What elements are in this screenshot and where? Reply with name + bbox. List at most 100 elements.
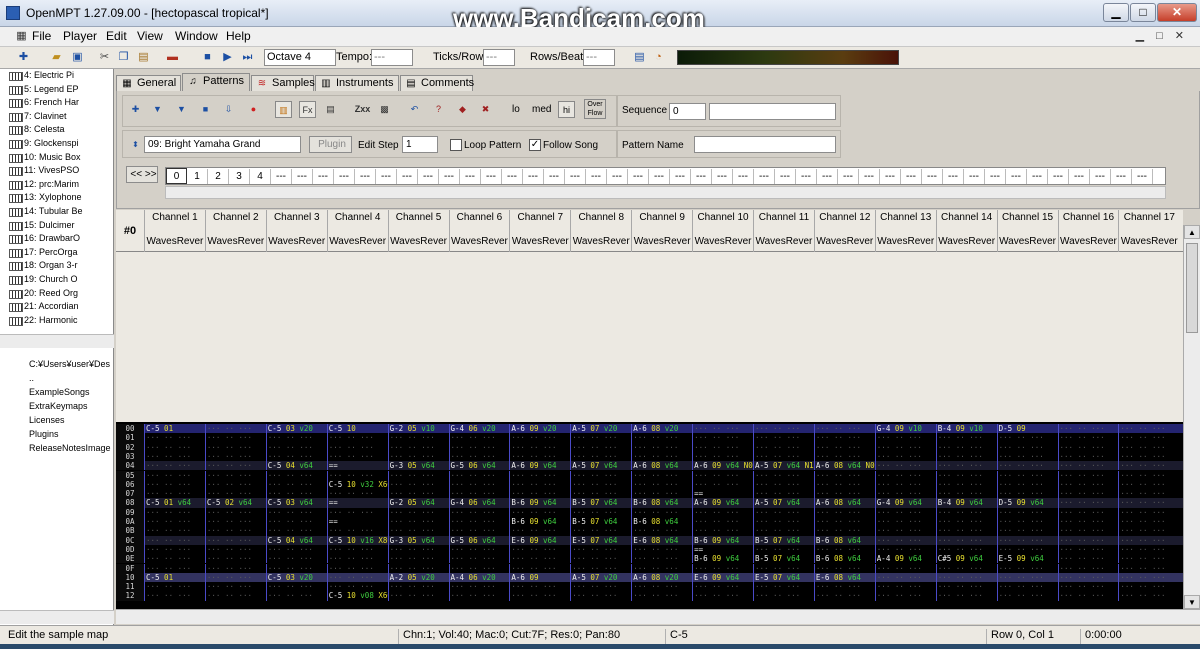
pattern-cell[interactable]: ··· ·· ··· <box>448 582 510 592</box>
pattern-cell[interactable]: ··· ·· ··· <box>570 479 631 490</box>
order-cell[interactable]: --- <box>481 169 502 184</box>
pattern-cell[interactable]: G-5 06 v64 <box>448 461 510 471</box>
folder-item[interactable]: Plugins <box>0 427 114 441</box>
order-cell[interactable]: --- <box>1132 169 1153 184</box>
pattern-cell[interactable]: ··· ·· ··· <box>935 461 997 471</box>
pattern-cell[interactable]: G-3 05 v64 <box>387 461 449 471</box>
pattern-cell[interactable]: ··· ·· ··· <box>874 507 936 517</box>
pattern-cell[interactable]: B-4 09 v10 <box>935 424 997 434</box>
ticks-field[interactable]: --- <box>483 49 515 66</box>
channel-header-cell[interactable]: Channel 7 WavesRever <box>509 210 570 252</box>
pattern-cell[interactable]: ··· ·· ··· <box>813 470 875 480</box>
pattern-cell[interactable]: ··· ·· ··· <box>1118 470 1179 480</box>
expand-icon[interactable]: ◆ <box>454 101 471 118</box>
pattern-cell[interactable]: ··· ·· ··· <box>204 526 266 536</box>
pattern-cell[interactable]: ··· ·· ··· <box>935 442 997 452</box>
pattern-cell[interactable]: ··· ·· ··· <box>935 526 997 536</box>
order-cell[interactable]: --- <box>796 169 817 184</box>
pattern-cell[interactable]: A-5 07 v20 <box>570 424 631 434</box>
pattern-cell[interactable]: ··· ·· ··· <box>326 544 388 555</box>
pattern-cell[interactable]: ··· ·· ··· <box>570 451 631 462</box>
channel-header-cell[interactable]: Channel 16 WavesRever <box>1057 210 1119 252</box>
pattern-cell[interactable]: ··· ·· ··· <box>753 526 814 536</box>
channel-header-cell[interactable]: Channel 13 WavesRever <box>874 210 936 252</box>
pattern-cell[interactable]: ··· ·· ··· <box>631 563 692 573</box>
pattern-cell[interactable]: ··· ·· ··· <box>509 489 570 499</box>
octave-select[interactable]: Octave 4 <box>264 49 336 66</box>
pattern-cell[interactable]: ··· ·· ··· <box>570 433 631 443</box>
pattern-cell[interactable]: ··· ·· ··· <box>1057 461 1119 471</box>
pattern-cell[interactable]: ··· ·· ··· <box>1057 554 1119 564</box>
pattern-cell[interactable]: ··· ·· ··· <box>631 544 692 555</box>
pattern-cell[interactable]: ··· ·· ··· <box>326 433 388 443</box>
pattern-cell[interactable]: ··· ·· ··· <box>204 442 266 452</box>
pattern-cell[interactable]: ··· ·· ··· <box>813 451 875 462</box>
pattern-cell[interactable]: B-6 08 v64 <box>813 554 875 564</box>
instrument-select[interactable]: 09: Bright Yamaha Grand <box>144 136 301 153</box>
pattern-cell[interactable]: E-5 09 v64 <box>996 554 1058 564</box>
pattern-cell[interactable]: ··· ·· ··· <box>387 554 449 564</box>
pattern-cell[interactable]: ··· ·· ··· <box>570 507 631 517</box>
order-cell[interactable]: --- <box>502 169 523 184</box>
pattern-cell[interactable]: A-6 09 <box>509 572 570 583</box>
pattern-cell[interactable]: ··· ·· ··· <box>144 563 205 573</box>
new-file-icon[interactable]: ✚ <box>16 50 31 65</box>
pattern-cell[interactable]: ··· ·· ··· <box>1118 526 1179 536</box>
help-icon[interactable]: ? <box>430 101 447 118</box>
menu-player[interactable]: Player <box>63 29 97 43</box>
order-cell[interactable]: --- <box>397 169 418 184</box>
pattern-cell[interactable]: B-4 09 v64 <box>935 498 997 508</box>
folder-item[interactable]: ExampleSongs <box>0 385 114 399</box>
midi-record-icon[interactable]: ▬ <box>165 50 180 65</box>
pattern-cell[interactable]: G-2 05 v64 <box>387 498 449 508</box>
pattern-cell[interactable]: ··· ·· ··· <box>1118 544 1179 555</box>
pattern-row[interactable]: 0B ··· ·· ··· ··· ·· ··· ··· ·· ··· ··· ·· ·… <box>116 526 1183 536</box>
pattern-cell[interactable]: ··· ·· ··· <box>874 526 936 536</box>
folder-item[interactable]: Licenses <box>0 413 114 427</box>
pattern-cell[interactable]: ··· ·· ··· <box>570 554 631 564</box>
pattern-cell[interactable]: ··· ·· ··· <box>387 451 449 462</box>
pattern-cell[interactable]: ··· ·· ··· <box>874 461 936 471</box>
pattern-cell[interactable]: ··· ·· ··· <box>144 451 205 462</box>
pattern-cell[interactable]: A-6 08 v20 <box>631 424 692 434</box>
channel-header-cell[interactable]: Channel 1 WavesRever <box>144 210 205 252</box>
pattern-cell[interactable]: ··· ·· ··· <box>935 479 997 490</box>
pattern-cell[interactable]: A-6 08 v20 <box>631 572 692 583</box>
minimize-button[interactable]: ▁ <box>1103 3 1129 22</box>
order-cell[interactable]: 4 <box>250 169 271 184</box>
pattern-cell[interactable]: ··· ·· ··· <box>1118 479 1179 490</box>
instrument-item[interactable]: 5: Legend EP <box>0 83 114 97</box>
pattern-cell[interactable]: ··· ·· ··· <box>874 433 936 443</box>
pattern-cell[interactable]: ··· ·· ··· <box>753 470 814 480</box>
macro-icon[interactable]: ▩ <box>376 101 393 118</box>
pattern-cell[interactable]: ··· ·· ··· <box>570 526 631 536</box>
pattern-cell[interactable]: ··· ·· ··· <box>448 470 510 480</box>
order-cell[interactable]: --- <box>733 169 754 184</box>
pattern-vertical-scrollbar[interactable]: ▲ ▼ <box>1183 225 1200 609</box>
pattern-cell[interactable]: ··· ·· ··· <box>813 489 875 499</box>
pattern-cell[interactable]: ··· ·· ··· <box>387 479 449 490</box>
pattern-cell[interactable]: B-6 08 v64 <box>813 535 875 545</box>
order-cell[interactable]: 1 <box>187 169 208 184</box>
loop-pattern-checkbox[interactable] <box>450 139 462 151</box>
order-cell[interactable]: --- <box>544 169 565 184</box>
cut-icon[interactable]: ✂ <box>97 50 112 65</box>
pattern-cell[interactable]: ··· ·· ··· <box>1118 535 1179 545</box>
play-row-icon[interactable]: ▼ <box>173 101 190 118</box>
pattern-cell[interactable]: ··· ·· ··· <box>1118 461 1179 471</box>
pattern-cell[interactable]: ··· ·· ··· <box>204 479 266 490</box>
pattern-cell[interactable]: ··· ·· ··· <box>509 470 570 480</box>
pattern-cell[interactable]: ··· ·· ··· <box>448 442 510 452</box>
pattern-cell[interactable]: ··· ·· ··· <box>753 507 814 517</box>
pattern-cell[interactable]: E-6 09 v64 <box>692 572 753 583</box>
pattern-cell[interactable]: ··· ·· ··· <box>935 433 997 443</box>
pattern-cell[interactable]: ··· ·· ··· <box>509 451 570 462</box>
edit-step-field[interactable]: 1 <box>402 136 438 153</box>
pattern-cell[interactable]: ··· ·· ··· <box>753 563 814 573</box>
order-cell[interactable]: --- <box>565 169 586 184</box>
pattern-cell[interactable]: ··· ·· ··· <box>692 470 753 480</box>
pattern-cell[interactable]: ··· ·· ··· <box>996 451 1058 462</box>
pattern-cell[interactable]: G-4 06 v20 <box>448 424 510 434</box>
pattern-cell[interactable]: B-6 08 v64 <box>631 517 692 527</box>
pattern-cell[interactable]: C-5 01 v64 <box>144 498 205 508</box>
